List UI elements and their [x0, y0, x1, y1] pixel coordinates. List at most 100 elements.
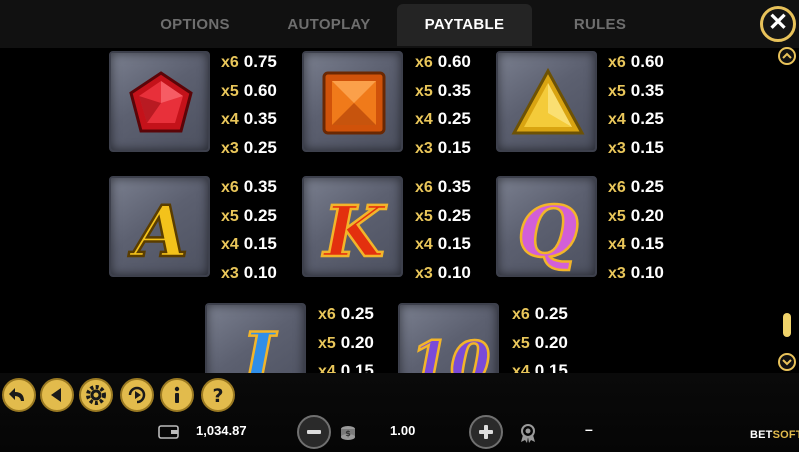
- multiplier-label: x5: [318, 334, 336, 352]
- multiplier-label: x5: [512, 334, 530, 352]
- symbol-j-tile: J: [205, 303, 306, 373]
- multiplier-label: x4: [318, 363, 336, 373]
- settings-button[interactable]: [79, 378, 113, 412]
- logo-soft-text: SOFT: [772, 429, 799, 441]
- tab-rules[interactable]: RULES: [540, 4, 660, 46]
- multiplier-label: x3: [221, 140, 239, 158]
- gear-icon: [86, 385, 106, 405]
- scroll-up-button[interactable]: [778, 47, 796, 65]
- multiplier-label: x3: [415, 265, 433, 283]
- symbol-red-gem-tile: [109, 51, 210, 152]
- chevron-up-icon: [782, 52, 792, 59]
- letter-j-icon: J: [228, 316, 279, 373]
- previous-button[interactable]: [40, 378, 74, 412]
- bottom-bar: ? 1,034.87 $ 1.00 – BETSOFT: [0, 373, 799, 452]
- multiplier-label: x4: [415, 111, 433, 129]
- multiplier-label: x6: [415, 179, 433, 196]
- payout-value: 0.25: [437, 205, 471, 225]
- scroll-down-button[interactable]: [778, 353, 796, 371]
- multiplier-label: x4: [512, 363, 530, 373]
- letter-q-icon: Q: [516, 189, 579, 275]
- payout-value: 0.10: [437, 263, 471, 283]
- payout-value: 0.35: [437, 177, 471, 196]
- autoplay-button[interactable]: [120, 378, 154, 412]
- symbol-a-tile: A: [109, 176, 210, 277]
- payout-value: 0.25: [243, 138, 277, 158]
- multiplier-label: x6: [318, 306, 336, 323]
- decrease-bet-button[interactable]: [297, 415, 331, 449]
- svg-text:?: ?: [212, 385, 223, 407]
- multiplier-label: x5: [608, 207, 626, 225]
- multiplier-label: x5: [415, 207, 433, 225]
- multiplier-label: x6: [221, 179, 239, 196]
- close-x-icon: ✕: [767, 9, 789, 36]
- paytable-entry: x6 0.25 x5 0.20 x4 0.15: [318, 300, 388, 373]
- symbol-10-tile: 10: [398, 303, 499, 373]
- balance-value: 1,034.87: [196, 423, 247, 438]
- close-button[interactable]: ✕: [760, 6, 796, 42]
- plus-icon: [479, 425, 493, 439]
- payout-value: 0.60: [437, 52, 471, 71]
- minus-icon: [307, 430, 321, 434]
- payout-value: 0.60: [243, 80, 277, 100]
- payout-value: 0.25: [534, 304, 568, 323]
- multiplier-label: x4: [608, 111, 626, 129]
- question-icon: ?: [212, 385, 223, 407]
- previous-icon: [51, 388, 61, 402]
- multiplier-label: x3: [608, 265, 626, 283]
- multiplier-label: x5: [221, 207, 239, 225]
- scrollbar-thumb[interactable]: [783, 313, 791, 337]
- multiplier-label: x4: [415, 236, 433, 254]
- payout-value: 0.15: [437, 234, 471, 254]
- symbol-q-tile: Q: [496, 176, 597, 277]
- payout-value: 0.25: [243, 205, 277, 225]
- payout-value: 0.15: [630, 234, 664, 254]
- symbol-glyph: Q: [518, 190, 579, 273]
- payout-value: 0.15: [534, 361, 568, 373]
- multiplier-label: x4: [608, 236, 626, 254]
- orange-square-gem-icon: [322, 71, 386, 135]
- svg-text:$: $: [345, 429, 351, 438]
- letter-a-icon: A: [127, 189, 190, 275]
- paytable-entry: x6 0.35 x5 0.25 x4 0.15 x3 0.10: [415, 173, 485, 288]
- increase-bet-button[interactable]: [469, 415, 503, 449]
- tab-autoplay[interactable]: AUTOPLAY: [266, 4, 392, 46]
- help-button[interactable]: ?: [201, 378, 235, 412]
- payout-value: 0.25: [437, 109, 471, 129]
- back-arrow-icon: [9, 388, 24, 401]
- back-button[interactable]: [2, 378, 36, 412]
- paytable-entry: x6 0.25 x5 0.20 x4 0.15 x3 0.10: [608, 173, 678, 288]
- multiplier-label: x5: [608, 82, 626, 100]
- betsoft-logo: BETSOFT: [750, 429, 799, 441]
- paytable-entry: x6 0.25 x5 0.20 x4 0.15: [512, 300, 582, 373]
- multiplier-label: x6: [221, 54, 239, 71]
- multiplier-label: x3: [415, 140, 433, 158]
- multiplier-label: x3: [608, 140, 626, 158]
- payout-value: 0.15: [630, 138, 664, 158]
- paytable-panel: x6 0.75 x5 0.60 x4 0.35 x3 0.25 x6 0.60 x5 0.3…: [0, 48, 771, 373]
- payout-value: 0.15: [340, 361, 374, 373]
- red-pentagon-gem-icon: [129, 71, 193, 133]
- payout-value: 0.35: [243, 177, 277, 196]
- coins-icon: $: [341, 426, 355, 440]
- info-button[interactable]: [160, 378, 194, 412]
- tab-options[interactable]: OPTIONS: [134, 4, 256, 46]
- payout-value: 0.20: [534, 332, 568, 352]
- multiplier-label: x3: [221, 265, 239, 283]
- yellow-triangle-gem-icon: [511, 67, 585, 135]
- info-icon: [174, 386, 180, 403]
- payout-value: 0.15: [243, 234, 277, 254]
- multiplier-label: x6: [512, 306, 530, 323]
- payout-value: 0.35: [630, 80, 664, 100]
- payout-value: 0.75: [243, 52, 277, 71]
- symbol-glyph: A: [128, 190, 188, 273]
- payout-value: 0.20: [630, 205, 664, 225]
- symbol-glyph: J: [229, 317, 277, 373]
- symbol-glyph: K: [322, 190, 388, 273]
- tab-paytable[interactable]: PAYTABLE: [397, 4, 532, 46]
- paytable-entry: x6 0.60 x5 0.35 x4 0.25 x3 0.15: [608, 48, 678, 163]
- payout-value: 0.35: [243, 109, 277, 129]
- payout-value: 0.10: [243, 263, 277, 283]
- payout-value: 0.10: [630, 263, 664, 283]
- bet-value: 1.00: [390, 423, 416, 438]
